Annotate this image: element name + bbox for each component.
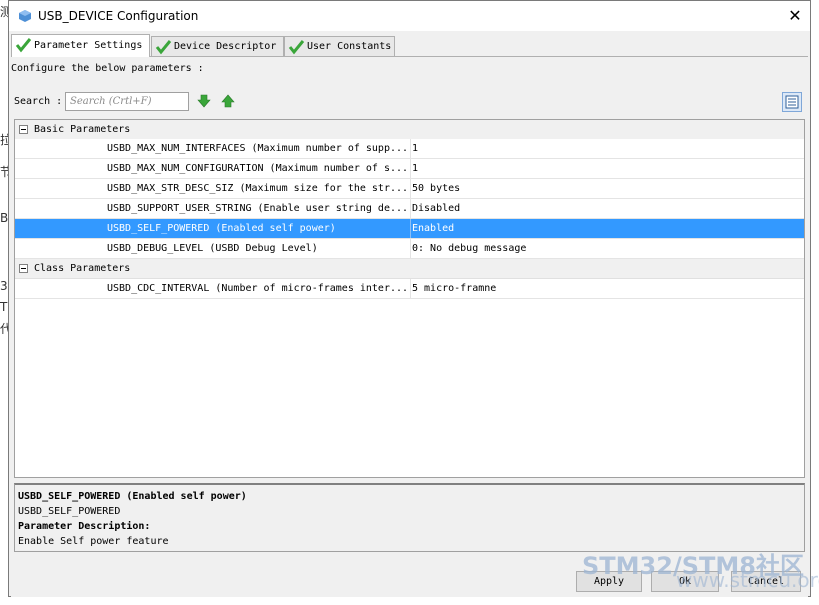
parameter-value[interactable]: Enabled	[410, 219, 454, 238]
parameter-name: USBD_SELF_POWERED (Enabled self power)	[107, 223, 336, 234]
table-row[interactable]: USBD_CDC_INTERVAL (Number of micro-frame…	[15, 279, 804, 299]
parameter-name: USBD_CDC_INTERVAL (Number of micro-frame…	[107, 283, 409, 294]
info-description: Enable Self power feature	[18, 536, 169, 547]
info-description-label: Parameter Description:	[18, 521, 151, 532]
parameter-name: USBD_MAX_STR_DESC_SIZ (Maximum size for …	[107, 183, 409, 194]
group-label: Basic Parameters	[34, 124, 131, 135]
info-name: USBD_SELF_POWERED	[18, 506, 121, 517]
group-basic-parameters[interactable]: Basic Parameters	[15, 120, 804, 140]
title-bar[interactable]: USB_DEVICE Configuration ✕	[9, 1, 810, 31]
close-button[interactable]: ✕	[780, 1, 810, 31]
background-text: T	[0, 300, 8, 314]
parameter-value[interactable]: 1	[410, 159, 418, 178]
instruction-text: Configure the below parameters :	[11, 63, 204, 74]
search-input[interactable]	[65, 92, 189, 111]
group-class-parameters[interactable]: Class Parameters	[15, 259, 804, 279]
tab-label: Device Descriptor	[174, 41, 277, 52]
tab-label: Parameter Settings	[34, 40, 143, 51]
parameter-name: USBD_DEBUG_LEVEL (USBD Debug Level)	[107, 243, 318, 254]
parameter-value[interactable]: 0: No debug message	[410, 239, 526, 258]
tab-label: User Constants	[307, 41, 392, 52]
app-cube-icon	[19, 10, 31, 22]
table-row[interactable]: USBD_MAX_NUM_INTERFACES (Maximum number …	[15, 139, 804, 159]
parameter-value[interactable]: Disabled	[410, 199, 460, 218]
check-icon	[288, 40, 305, 55]
check-icon	[15, 38, 32, 53]
background-app-edge: 测 拉 节 B 3F T 代	[0, 0, 15, 605]
parameter-value[interactable]: 1	[410, 139, 418, 158]
table-row[interactable]: USBD_MAX_STR_DESC_SIZ (Maximum size for …	[15, 179, 804, 199]
parameter-value[interactable]: 5 micro-framne	[410, 279, 496, 298]
parameter-info-panel: USBD_SELF_POWERED (Enabled self power) U…	[14, 483, 805, 552]
parameter-name: USBD_MAX_NUM_CONFIGURATION (Maximum numb…	[107, 163, 409, 174]
table-row[interactable]: USBD_MAX_NUM_CONFIGURATION (Maximum numb…	[15, 159, 804, 179]
configuration-dialog: USB_DEVICE Configuration ✕ Parameter Set…	[8, 0, 811, 597]
watermark-url: www.stmcu.org	[676, 568, 819, 592]
parameter-name: USBD_SUPPORT_USER_STRING (Enable user st…	[107, 203, 409, 214]
arrow-down-icon[interactable]	[197, 94, 211, 108]
parameter-name: USBD_MAX_NUM_INTERFACES (Maximum number …	[107, 143, 409, 154]
tab-device-descriptor[interactable]: Device Descriptor	[151, 36, 284, 56]
info-title: USBD_SELF_POWERED (Enabled self power)	[18, 491, 247, 502]
tab-user-constants[interactable]: User Constants	[284, 36, 395, 56]
check-icon	[155, 40, 172, 55]
table-row-selected[interactable]: USBD_SELF_POWERED (Enabled self power) E…	[15, 219, 804, 239]
tab-parameter-settings[interactable]: Parameter Settings	[11, 34, 150, 57]
table-row[interactable]: USBD_DEBUG_LEVEL (USBD Debug Level) 0: N…	[15, 239, 804, 259]
parameters-table: Basic Parameters USBD_MAX_NUM_INTERFACES…	[14, 119, 805, 478]
search-label: Search :	[14, 96, 63, 107]
background-text: B	[0, 211, 9, 225]
collapse-icon[interactable]	[19, 125, 28, 134]
close-icon: ✕	[788, 6, 802, 25]
arrow-up-icon[interactable]	[221, 94, 235, 108]
list-view-button[interactable]	[782, 92, 802, 112]
window-title: USB_DEVICE Configuration	[38, 9, 199, 23]
parameter-value[interactable]: 50 bytes	[410, 179, 460, 198]
group-label: Class Parameters	[34, 263, 131, 274]
table-row[interactable]: USBD_SUPPORT_USER_STRING (Enable user st…	[15, 199, 804, 219]
list-icon	[785, 95, 799, 109]
collapse-icon[interactable]	[19, 264, 28, 273]
